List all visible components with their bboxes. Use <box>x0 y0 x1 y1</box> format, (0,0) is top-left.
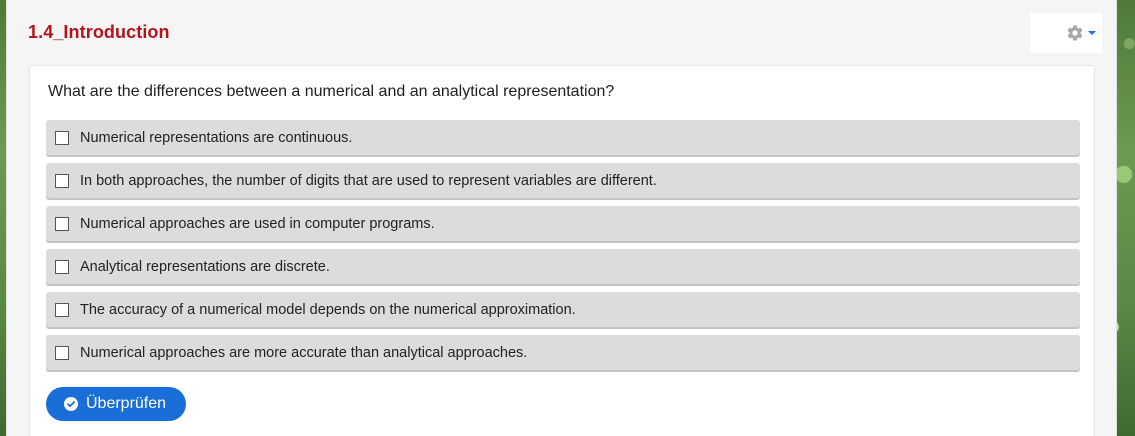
check-answer-button[interactable]: Überprüfen <box>46 387 187 421</box>
checkbox[interactable] <box>55 216 69 231</box>
answer-label: In both approaches, the number of digits… <box>80 172 657 189</box>
answer-option-6[interactable]: Numerical approaches are more accurate t… <box>46 335 1080 370</box>
checkbox[interactable] <box>55 345 69 360</box>
question-text: What are the differences between a numer… <box>48 83 615 100</box>
answer-label: Numerical representations are continuous… <box>80 129 353 146</box>
answer-option-4[interactable]: Analytical representations are discrete. <box>46 249 1080 284</box>
answer-option-2[interactable]: In both approaches, the number of digits… <box>46 163 1080 198</box>
answer-option-1[interactable]: Numerical representations are continuous… <box>46 120 1080 155</box>
answer-label: The accuracy of a numerical model depend… <box>80 301 576 318</box>
activity-panel: 1.4_Introduction What are the difference… <box>6 0 1117 436</box>
page-title: 1.4_Introduction <box>28 22 170 42</box>
settings-menu-button[interactable] <box>1030 13 1102 53</box>
chevron-down-icon <box>1088 31 1096 35</box>
answer-option-3[interactable]: Numerical approaches are used in compute… <box>46 206 1080 241</box>
check-button-label: Überprüfen <box>86 395 167 412</box>
checkbox[interactable] <box>55 259 69 274</box>
checkbox[interactable] <box>55 173 69 188</box>
answer-options: Numerical representations are continuous… <box>46 120 1080 378</box>
answer-label: Numerical approaches are used in compute… <box>80 215 435 232</box>
check-circle-icon <box>64 397 78 411</box>
answer-label: Numerical approaches are more accurate t… <box>80 344 528 361</box>
quiz-card: What are the differences between a numer… <box>29 65 1095 436</box>
answer-option-5[interactable]: The accuracy of a numerical model depend… <box>46 292 1080 327</box>
answer-label: Analytical representations are discrete. <box>80 258 330 275</box>
checkbox[interactable] <box>55 302 69 317</box>
checkbox[interactable] <box>55 130 69 145</box>
gear-icon <box>1066 24 1084 42</box>
